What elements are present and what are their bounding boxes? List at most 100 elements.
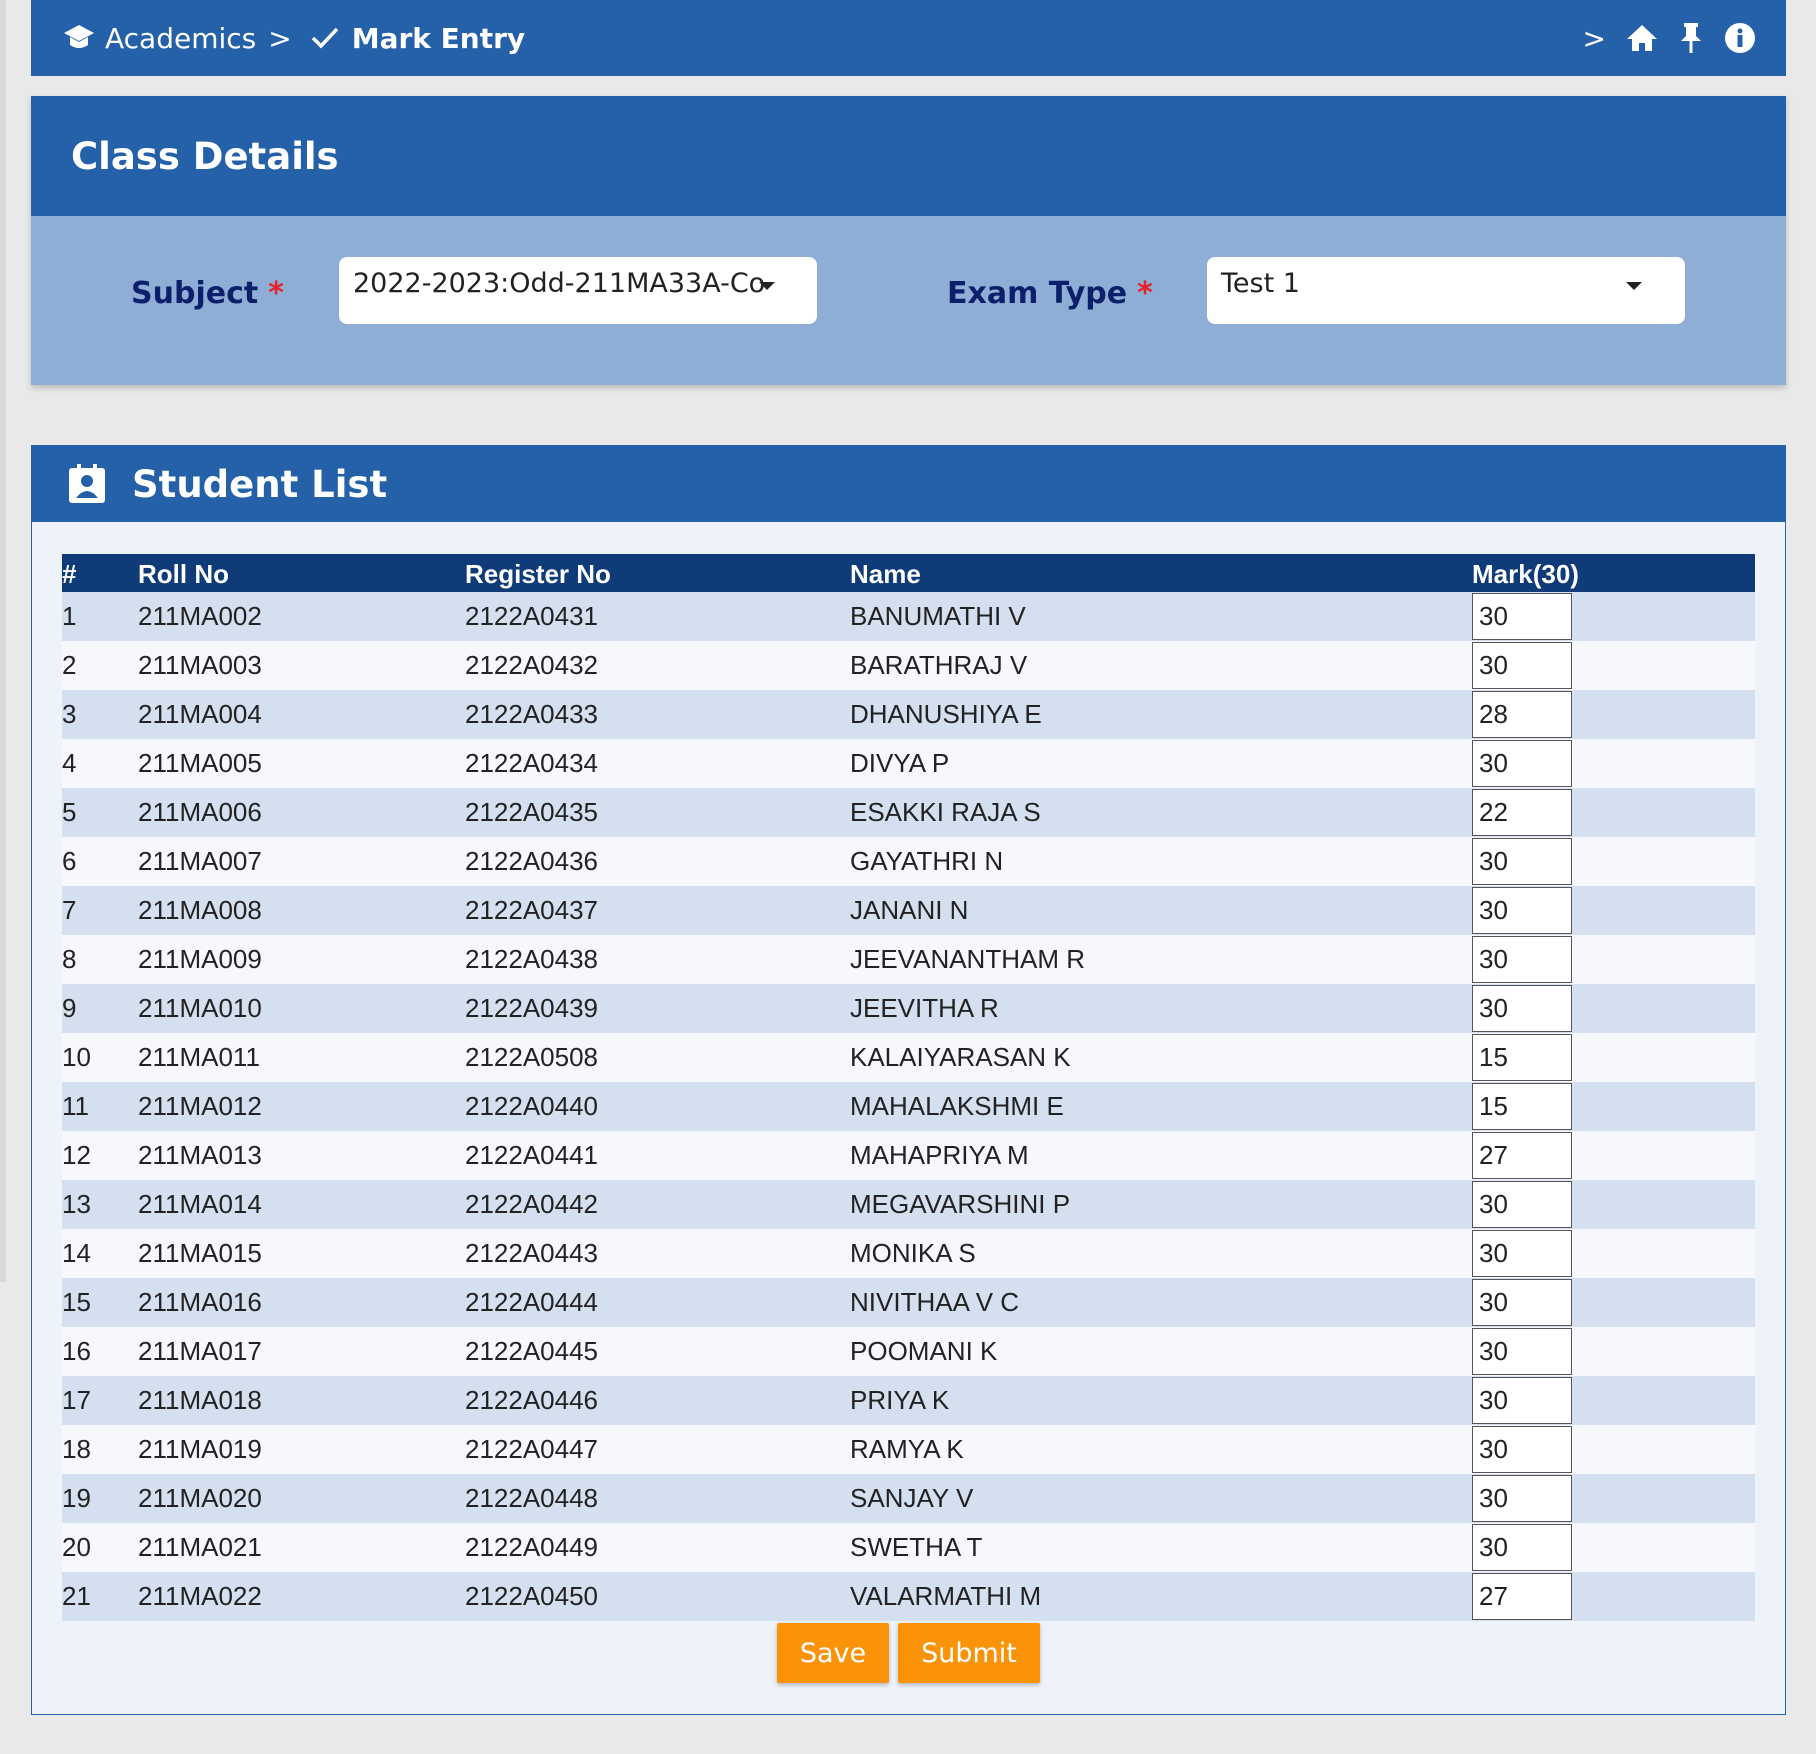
more-chevron[interactable]: > bbox=[1583, 22, 1606, 55]
mark-cell bbox=[1472, 1033, 1755, 1082]
check-icon bbox=[311, 27, 339, 49]
row-number: 2 bbox=[62, 650, 77, 680]
column-header-register-no: Register No bbox=[465, 558, 611, 589]
register-no-cell: 2122A0437 bbox=[465, 895, 599, 925]
row-number: 19 bbox=[62, 1483, 91, 1513]
name-cell: JEEVANANTHAM R bbox=[850, 944, 1085, 974]
mark-input[interactable] bbox=[1472, 838, 1572, 885]
mark-input[interactable] bbox=[1472, 1377, 1572, 1424]
name-cell: MONIKA S bbox=[850, 1238, 976, 1268]
student-rows: 1 211MA002 2122A0431 BANUMATHI V 2 211MA003 21… bbox=[62, 592, 1755, 1621]
mark-input[interactable] bbox=[1472, 691, 1572, 738]
register-no-cell: 2122A0432 bbox=[465, 650, 599, 680]
table-row: 14 211MA015 2122A0443 MONIKA S bbox=[62, 1229, 1755, 1278]
mark-cell bbox=[1472, 1327, 1755, 1376]
breadcrumb-academics[interactable]: Academics bbox=[105, 22, 256, 55]
roll-no-cell: 211MA010 bbox=[138, 993, 262, 1023]
subject-select[interactable]: 2022-2023:Odd-211MA33A-Co bbox=[339, 257, 817, 324]
roll-no-cell: 211MA018 bbox=[138, 1385, 262, 1415]
table-row: 15 211MA016 2122A0444 NIVITHAA V C bbox=[62, 1278, 1755, 1327]
mark-cell bbox=[1472, 1131, 1755, 1180]
name-cell: SWETHA T bbox=[850, 1532, 983, 1562]
register-no-cell: 2122A0435 bbox=[465, 797, 599, 827]
row-number: 10 bbox=[62, 1042, 91, 1072]
mark-input[interactable] bbox=[1472, 740, 1572, 787]
mark-input[interactable] bbox=[1472, 1083, 1572, 1130]
mark-input[interactable] bbox=[1472, 1132, 1572, 1179]
subject-value: 2022-2023:Odd-211MA33A-Co bbox=[353, 268, 766, 299]
table-row: 1 211MA002 2122A0431 BANUMATHI V bbox=[62, 592, 1755, 641]
register-no-cell: 2122A0436 bbox=[465, 846, 599, 876]
mark-input[interactable] bbox=[1472, 1181, 1572, 1228]
exam-type-value: Test 1 bbox=[1221, 268, 1300, 299]
mark-input[interactable] bbox=[1472, 1034, 1572, 1081]
name-cell: JEEVITHA R bbox=[850, 993, 999, 1023]
mark-input[interactable] bbox=[1472, 1279, 1572, 1326]
chevron-down-icon bbox=[759, 282, 775, 290]
roll-no-cell: 211MA011 bbox=[138, 1042, 260, 1072]
roll-no-cell: 211MA003 bbox=[138, 650, 262, 680]
register-no-cell: 2122A0443 bbox=[465, 1238, 599, 1268]
contact-badge-icon bbox=[69, 464, 105, 503]
mark-cell bbox=[1472, 1376, 1755, 1425]
submit-button[interactable]: Submit bbox=[898, 1623, 1040, 1683]
mark-input[interactable] bbox=[1472, 985, 1572, 1032]
mark-input[interactable] bbox=[1472, 1230, 1572, 1277]
mark-input[interactable] bbox=[1472, 1475, 1572, 1522]
table-row: 7 211MA008 2122A0437 JANANI N bbox=[62, 886, 1755, 935]
name-cell: KALAIYARASAN K bbox=[850, 1042, 1071, 1072]
mark-cell bbox=[1472, 739, 1755, 788]
row-number: 20 bbox=[62, 1532, 91, 1562]
roll-no-cell: 211MA012 bbox=[138, 1091, 262, 1121]
mark-cell bbox=[1472, 1474, 1755, 1523]
name-cell: NIVITHAA V C bbox=[850, 1287, 1020, 1317]
mark-input[interactable] bbox=[1472, 593, 1572, 640]
subject-label-text: Subject bbox=[131, 276, 259, 311]
register-no-cell: 2122A0448 bbox=[465, 1483, 599, 1513]
register-no-cell: 2122A0441 bbox=[465, 1140, 599, 1170]
name-cell: PRIYA K bbox=[850, 1385, 950, 1415]
mark-input[interactable] bbox=[1472, 642, 1572, 689]
register-no-cell: 2122A0434 bbox=[465, 748, 599, 778]
name-cell: SANJAY V bbox=[850, 1483, 974, 1513]
mark-cell bbox=[1472, 935, 1755, 984]
column-header-name: Name bbox=[850, 558, 921, 589]
mark-input[interactable] bbox=[1472, 887, 1572, 934]
pin-icon[interactable] bbox=[1678, 21, 1704, 55]
table-row: 18 211MA019 2122A0447 RAMYA K bbox=[62, 1425, 1755, 1474]
register-no-cell: 2122A0508 bbox=[465, 1042, 599, 1072]
home-icon[interactable] bbox=[1626, 23, 1658, 53]
mark-cell bbox=[1472, 1425, 1755, 1474]
info-icon[interactable] bbox=[1724, 22, 1756, 54]
left-rail bbox=[0, 0, 6, 1282]
name-cell: JANANI N bbox=[850, 895, 969, 925]
mark-input[interactable] bbox=[1472, 1524, 1572, 1571]
name-cell: VALARMATHI M bbox=[850, 1581, 1042, 1611]
mark-cell bbox=[1472, 1572, 1755, 1621]
save-button[interactable]: Save bbox=[777, 1623, 889, 1683]
mark-cell bbox=[1472, 1278, 1755, 1327]
name-cell: ESAKKI RAJA S bbox=[850, 797, 1041, 827]
name-cell: MAHALAKSHMI E bbox=[850, 1091, 1064, 1121]
mark-input[interactable] bbox=[1472, 936, 1572, 983]
mark-input[interactable] bbox=[1472, 1573, 1572, 1620]
roll-no-cell: 211MA021 bbox=[138, 1532, 262, 1562]
name-cell: MAHAPRIYA M bbox=[850, 1140, 1029, 1170]
row-number: 5 bbox=[62, 797, 77, 827]
exam-type-label-text: Exam Type bbox=[947, 276, 1128, 311]
mark-input[interactable] bbox=[1472, 1328, 1572, 1375]
register-no-cell: 2122A0449 bbox=[465, 1532, 599, 1562]
table-header-row: # Roll No Register No Name Mark(30) bbox=[62, 554, 1755, 592]
roll-no-cell: 211MA006 bbox=[138, 797, 262, 827]
required-marker: * bbox=[268, 276, 284, 311]
mark-input[interactable] bbox=[1472, 789, 1572, 836]
mark-cell bbox=[1472, 837, 1755, 886]
exam-type-select[interactable]: Test 1 bbox=[1207, 257, 1685, 324]
name-cell: MEGAVARSHINI P bbox=[850, 1189, 1071, 1219]
row-number: 16 bbox=[62, 1336, 91, 1366]
roll-no-cell: 211MA022 bbox=[138, 1581, 262, 1611]
roll-no-cell: 211MA009 bbox=[138, 944, 262, 974]
roll-no-cell: 211MA005 bbox=[138, 748, 262, 778]
mark-input[interactable] bbox=[1472, 1426, 1572, 1473]
roll-no-cell: 211MA020 bbox=[138, 1483, 262, 1513]
